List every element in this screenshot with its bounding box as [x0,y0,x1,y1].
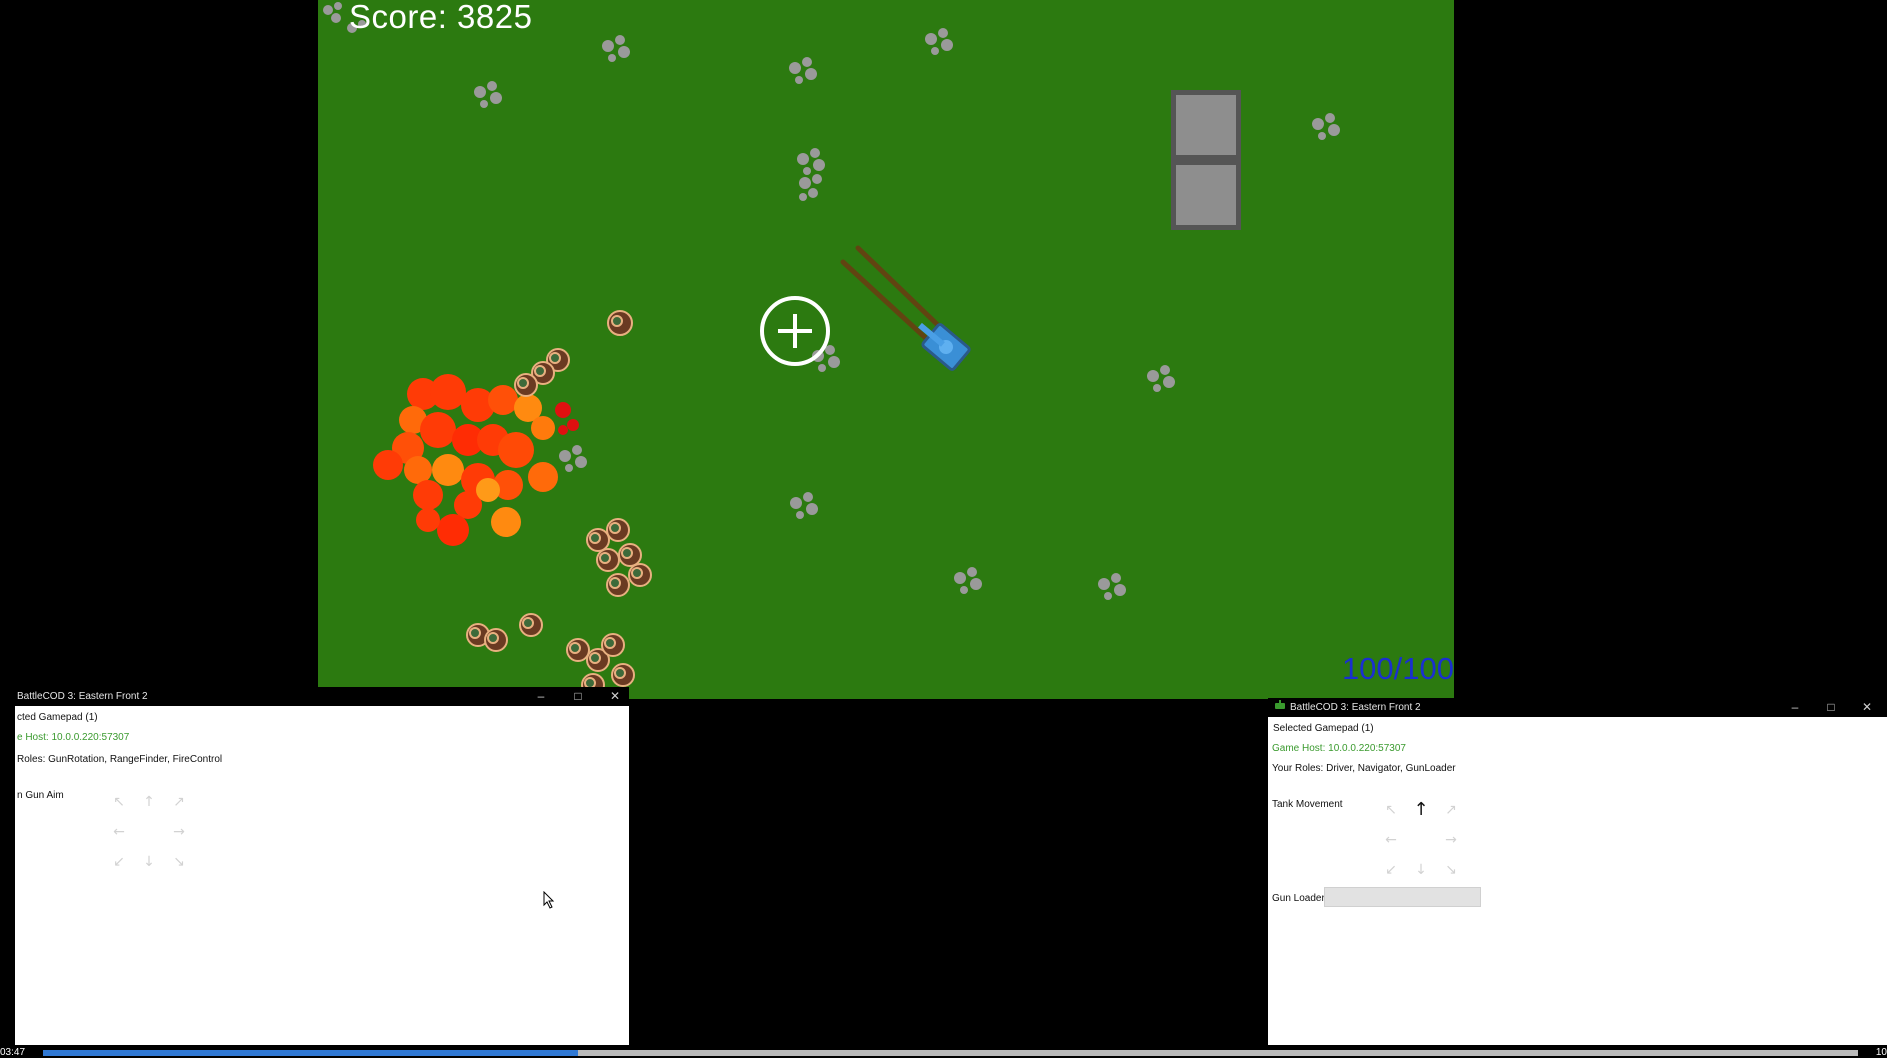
rock [1312,113,1340,140]
left-client-window: BattleCOD 3: Eastern Front 2 – □ ✕ cted … [15,687,629,1045]
rock [789,57,817,84]
rock [1147,365,1175,392]
tank-movement-label: Tank Movement [1272,799,1343,810]
seek-bar-fill [43,1050,579,1056]
gun-aim-dpad: ↖ ↑ ↗ ← → ↙ ↓ ↘ [104,787,194,877]
enemy [618,543,642,567]
game-host-label: e Host: 10.0.0.220:57307 [17,732,130,743]
close-button[interactable]: ✕ [1849,698,1885,717]
elapsed-time: 03:47 [0,1047,26,1058]
enemy [484,628,508,652]
game-viewport[interactable]: Score: 3825 100/100 [318,0,1454,699]
explosion [373,374,579,546]
seek-bar[interactable] [43,1050,1858,1056]
arrow-right-icon: → [1445,832,1457,848]
crosshair [760,296,830,366]
maximize-button[interactable]: □ [1813,698,1849,717]
enemy [586,528,610,552]
arrow-down-left-icon: ↙ [113,854,125,870]
enemy [596,548,620,572]
app-icon [1274,698,1286,717]
maximize-button[interactable]: □ [560,687,596,706]
enemy [607,310,633,336]
rock [474,81,502,108]
rock [790,492,818,519]
enemy [514,373,538,397]
arrow-up-left-icon: ↖ [113,794,125,810]
arrow-up-icon: ↑ [143,794,155,810]
game-scene [323,2,1340,697]
close-button[interactable]: ✕ [597,687,629,706]
enemy [566,638,590,662]
minimize-button[interactable]: – [523,687,559,706]
arrow-down-right-icon: ↘ [173,854,185,870]
enemies [466,310,652,697]
rock [954,567,982,594]
rock [797,148,825,201]
window-title: BattleCOD 3: Eastern Front 2 [17,691,148,702]
arrow-up-left-icon: ↖ [1385,802,1397,818]
arrow-up-right-icon: ↗ [1445,802,1457,818]
player-tank [918,322,971,371]
bunker [1171,90,1241,230]
arrow-up-right-icon: ↗ [173,794,185,810]
arrow-right-icon: → [173,824,185,840]
rock [925,28,953,55]
gun-aim-label: n Gun Aim [17,790,64,801]
right-window-titlebar[interactable]: BattleCOD 3: Eastern Front 2 – □ ✕ [1268,698,1887,717]
enemy [519,613,543,637]
gun-loader-label: Gun Loader [1272,893,1325,904]
minimize-button[interactable]: – [1777,698,1813,717]
game-host-label: Game Host: 10.0.0.220:57307 [1272,743,1406,754]
rock [1098,573,1126,600]
roles-label: Your Roles: Driver, Navigator, GunLoader [1272,763,1456,774]
arrow-left-icon: ← [1385,832,1397,848]
roles-label: Roles: GunRotation, RangeFinder, FireCon… [17,754,223,765]
rock [559,445,587,472]
score-label: Score: 3825 [349,0,533,35]
left-window-titlebar[interactable]: BattleCOD 3: Eastern Front 2 – □ ✕ [15,687,629,706]
enemy [606,518,630,542]
mouse-cursor-icon [543,891,555,909]
enemy [601,633,625,657]
selected-gamepad-label: cted Gamepad (1) [17,712,98,723]
arrow-down-right-icon: ↘ [1445,862,1457,878]
enemy [606,573,630,597]
gun-loader-progress-bar [1324,887,1481,907]
arrow-left-icon: ← [113,824,125,840]
right-client-window: BattleCOD 3: Eastern Front 2 – □ ✕ Selec… [1268,698,1887,1045]
arrow-down-left-icon: ↙ [1385,862,1397,878]
enemy [628,563,652,587]
window-title: BattleCOD 3: Eastern Front 2 [1290,702,1421,713]
arrow-down-icon: ↓ [1415,862,1427,878]
health-label: 100/100 [1341,651,1454,686]
total-time: 10 [1875,1047,1887,1058]
rock [602,35,630,62]
arrow-up-icon: ↑ [1413,799,1429,820]
tank-tracks [840,245,946,345]
tank-movement-dpad: ↖ ↑ ↗ ← → ↙ ↓ ↘ [1376,795,1466,885]
enemy [611,663,635,687]
arrow-down-icon: ↓ [143,854,155,870]
selected-gamepad-label: Selected Gamepad (1) [1273,723,1374,734]
